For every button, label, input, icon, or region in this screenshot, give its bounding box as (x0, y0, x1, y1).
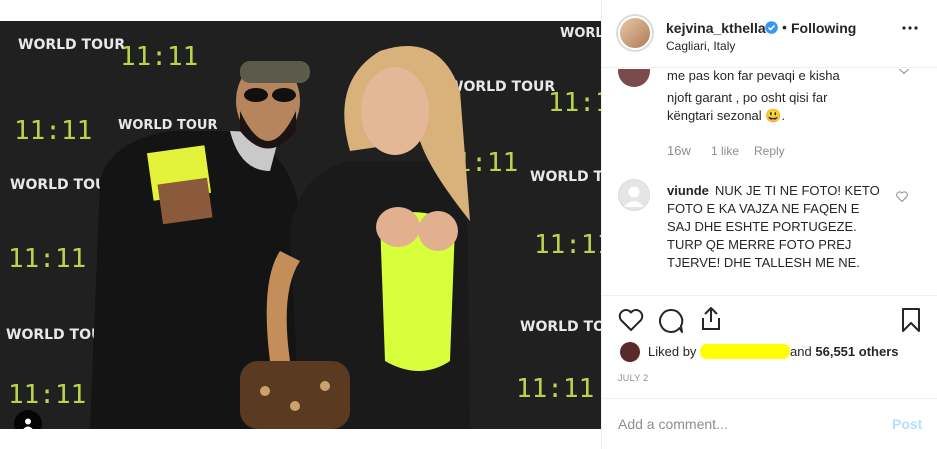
backdrop-1111: 11:11 (8, 380, 86, 410)
comment-line: SAJ DHE ESHTE PORTUGEZE. (667, 219, 857, 234)
backdrop-1111: 11:11 (534, 230, 601, 260)
and-label: and (790, 344, 812, 359)
backdrop-1111: 11:11 (516, 374, 594, 404)
backdrop-1111: 11:11 (14, 116, 92, 146)
more-horizontal-icon[interactable] (902, 26, 918, 30)
comment-line: këngtari sezonal 😃. (667, 108, 786, 123)
bottom-margin (0, 429, 601, 449)
post-comment-button[interactable]: Post (892, 416, 922, 432)
following-button[interactable]: Following (791, 20, 856, 36)
backdrop-1111: 11:11 (548, 88, 601, 118)
comment-like-heart-icon[interactable] (898, 69, 910, 74)
comment-likes[interactable]: 1 like (711, 144, 739, 158)
comments-list: me pas kon far pevaqi e kisha njoft gara… (602, 69, 937, 294)
add-comment-input[interactable]: Add a comment... (618, 416, 728, 432)
default-avatar-icon (624, 186, 644, 207)
backdrop-1111: 11:11 (8, 244, 86, 274)
backdrop-logo-text: WORLD TOUR (560, 26, 601, 41)
photo-illustration: WORLD TOUR WORLD TOUR WORLD TOUR WORLD T… (0, 21, 601, 429)
share-icon[interactable] (699, 306, 723, 332)
backdrop-logo-text: WORLD TOUR (448, 79, 555, 95)
post-date[interactable]: JULY 2 (618, 373, 648, 383)
top-margin (0, 0, 601, 21)
add-comment-bar: Add a comment... Post (602, 398, 937, 449)
liker-avatar[interactable] (620, 342, 640, 362)
liked-by-label: Liked by (648, 344, 697, 359)
post-photo[interactable]: WORLD TOUR WORLD TOUR WORLD TOUR WORLD T… (0, 21, 601, 429)
comment-line: me pas kon far pevaqi e kisha (667, 69, 840, 83)
instagram-post-frame: WORLD TOUR WORLD TOUR WORLD TOUR WORLD T… (0, 0, 937, 449)
post-actions: Liked by and 56,551 others JULY 2 (602, 295, 937, 383)
backdrop-logo-text: WORLD TOUR (118, 118, 218, 133)
redacted-username-highlight (700, 344, 791, 359)
comment-age: 16w (667, 143, 691, 158)
comment-like-heart-icon[interactable] (896, 191, 908, 202)
bookmark-icon[interactable] (901, 307, 921, 333)
profile-avatar[interactable] (616, 14, 654, 52)
person-icon (23, 418, 33, 429)
comment-line: NUK JE TI NE FOTO! KETO (715, 183, 880, 198)
post-side-panel: kejvina_kthella • Following Cagliari, It… (601, 0, 937, 449)
backdrop-logo-text: WORLD TOUR (18, 37, 125, 53)
comment-line: TJERVE! DHE TALLESH ME NE. (667, 255, 860, 270)
backdrop-logo-text: WORLD TOUR (530, 169, 601, 185)
backdrop-logo-text: WORLD TOUR (520, 319, 601, 335)
avatar-image (618, 16, 652, 50)
username-link[interactable]: kejvina_kthella (666, 20, 766, 36)
comment-line: njoft garant , po osht qisi far (667, 90, 828, 105)
comment-reply-button[interactable]: Reply (754, 144, 785, 158)
verified-badge-icon (765, 21, 778, 34)
likes-summary[interactable]: Liked by and 56,551 others (648, 344, 898, 359)
separator-dot: • (782, 19, 787, 35)
like-heart-icon[interactable] (618, 308, 644, 332)
comment-line: TURP QE MERRE FOTO PREJ (667, 237, 852, 252)
likes-count[interactable]: 56,551 others (815, 344, 898, 359)
location-link[interactable]: Cagliari, Italy (666, 39, 735, 53)
comment-avatar[interactable] (618, 69, 650, 87)
post-header: kejvina_kthella • Following Cagliari, It… (602, 0, 937, 68)
comment-username[interactable]: viunde (667, 182, 709, 200)
comment-avatar[interactable] (618, 179, 650, 211)
comment-line: FOTO E KA VAJZA NE FAQEN E (667, 201, 860, 216)
comment-bubble-icon[interactable] (658, 308, 684, 334)
backdrop-1111: 11:11 (120, 42, 198, 72)
